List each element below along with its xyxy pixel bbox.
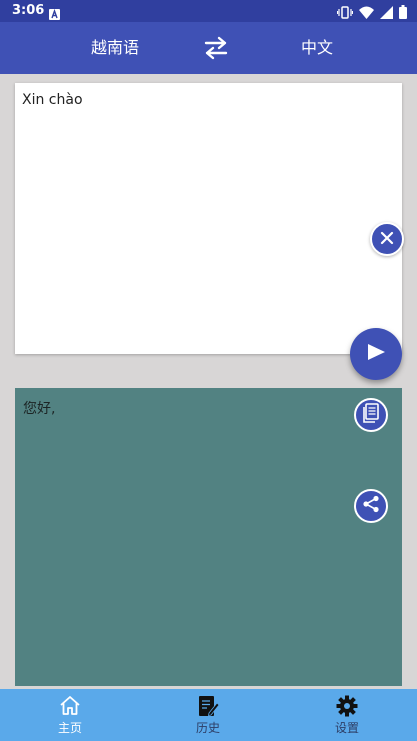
status-bar: 3:06 xyxy=(0,0,417,22)
battery-icon xyxy=(399,4,407,23)
copy-button[interactable] xyxy=(354,398,388,432)
nav-label-history: 历史 xyxy=(195,721,220,735)
history-icon xyxy=(196,694,220,718)
bottom-navigation: 主页 历史 设置 xyxy=(0,689,417,741)
share-button[interactable] xyxy=(354,489,388,523)
status-time: 3:06 xyxy=(12,3,45,18)
nav-item-history[interactable]: 历史 xyxy=(168,689,248,741)
input-card[interactable]: Xin chào xyxy=(15,83,404,354)
vibrate-icon xyxy=(336,4,354,23)
toolbar: 越南语 中文 xyxy=(0,22,417,74)
wifi-icon xyxy=(359,4,374,23)
translate-button[interactable] xyxy=(350,328,402,380)
nav-label-home: 主页 xyxy=(57,721,82,735)
share-icon xyxy=(362,495,380,517)
home-icon xyxy=(58,694,82,718)
swap-arrows-icon[interactable] xyxy=(200,35,232,61)
nav-item-settings[interactable]: 设置 xyxy=(307,689,387,741)
target-language-button[interactable]: 中文 xyxy=(272,22,362,74)
translated-text: 您好, xyxy=(23,401,56,417)
output-card: 您好, xyxy=(15,388,402,686)
source-language-button[interactable]: 越南语 xyxy=(72,22,158,74)
source-text-input[interactable]: Xin chào xyxy=(22,92,83,108)
signal-icon xyxy=(380,4,393,23)
nav-label-settings: 设置 xyxy=(334,721,359,735)
gear-icon xyxy=(335,694,359,718)
clear-button[interactable] xyxy=(370,222,404,256)
close-icon xyxy=(380,230,394,249)
play-arrow-icon xyxy=(366,343,386,365)
copy-icon xyxy=(362,403,380,427)
nav-item-home[interactable]: 主页 xyxy=(30,689,110,741)
